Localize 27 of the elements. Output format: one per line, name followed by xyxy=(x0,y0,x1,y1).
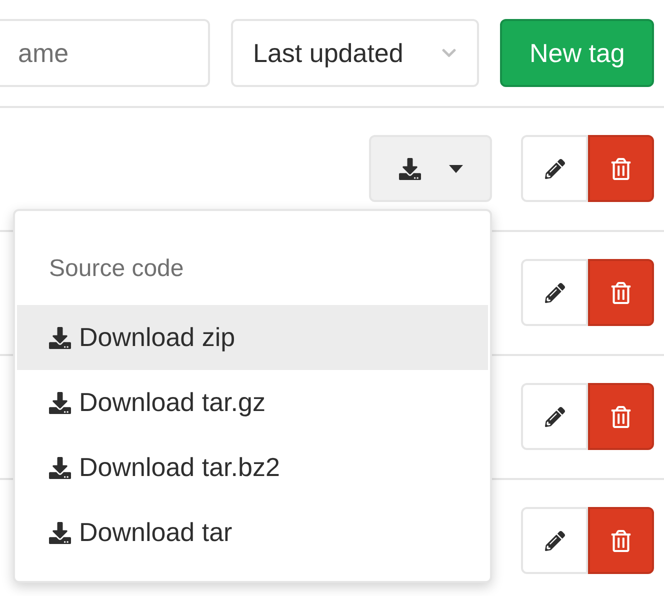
sort-dropdown[interactable]: Last updated xyxy=(231,19,480,87)
pencil-icon xyxy=(544,530,564,550)
trash-icon xyxy=(610,530,632,552)
download-icon xyxy=(49,522,71,544)
download-dropdown-button[interactable] xyxy=(369,135,492,202)
search-field[interactable]: ame xyxy=(0,19,210,87)
edit-button[interactable] xyxy=(521,259,588,326)
download-icon xyxy=(49,456,71,478)
download-icon xyxy=(49,392,71,414)
pencil-icon xyxy=(544,282,564,302)
pencil-icon xyxy=(544,406,564,426)
pencil-icon xyxy=(544,158,564,178)
delete-button[interactable] xyxy=(588,135,654,202)
download-icon xyxy=(49,326,71,348)
menu-item[interactable]: Download zip xyxy=(17,305,488,370)
menu-header: Source code xyxy=(48,254,185,284)
edit-button[interactable] xyxy=(521,383,588,450)
delete-button[interactable] xyxy=(588,383,654,450)
trash-icon xyxy=(610,158,632,180)
caret-icon xyxy=(448,164,462,172)
download-icon xyxy=(398,158,420,180)
delete-button[interactable] xyxy=(588,507,654,574)
delete-button[interactable] xyxy=(588,259,654,326)
edit-button[interactable] xyxy=(521,507,588,574)
trash-icon xyxy=(610,282,632,304)
edit-button[interactable] xyxy=(521,135,588,202)
trash-icon xyxy=(610,406,632,428)
